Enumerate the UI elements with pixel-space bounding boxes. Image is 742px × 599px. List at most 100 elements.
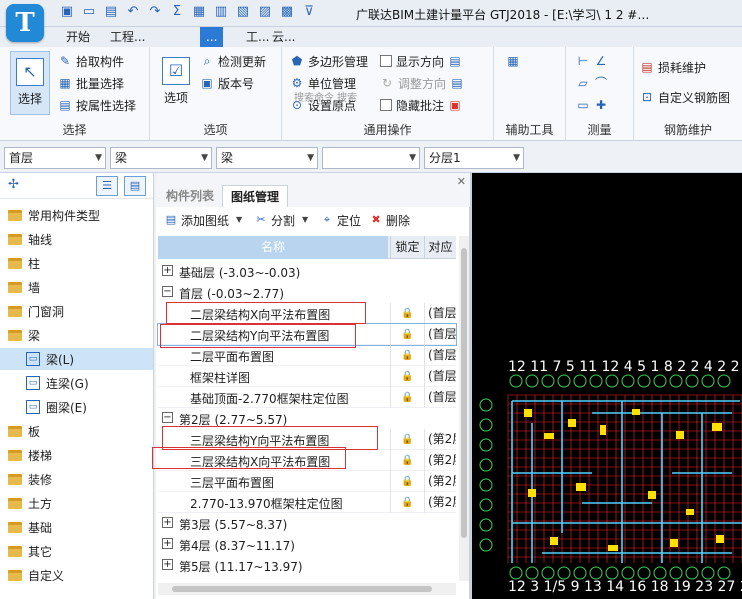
drawing-row[interactable]: 基础顶面-2.770框架柱定位图 🔒 (首层 <box>158 387 456 408</box>
subtype-select[interactable]: 梁 ▼ <box>216 147 318 169</box>
drawing-row[interactable]: 二层平面布置图 🔒 (首层 <box>158 345 456 366</box>
loss-maintain-button[interactable]: ▤ 损耗维护 <box>640 57 706 77</box>
lock-icon[interactable]: 🔒 <box>390 345 424 366</box>
tree-item[interactable]: 板 <box>0 420 153 442</box>
sum-icon[interactable]: Σ <box>168 3 186 21</box>
list-view-icon[interactable]: ☰ <box>96 176 118 196</box>
column-header-name[interactable]: 名称 <box>158 236 388 259</box>
floor-mapping-cell[interactable]: (第2层 <box>424 429 456 450</box>
adjust-direction-button[interactable]: ↻ 调整方向 ▤ <box>380 73 464 93</box>
floor-group-row[interactable]: + 第3层 (5.57~8.37) <box>158 513 456 534</box>
locate-button[interactable]: ⌖ 定位 <box>320 212 361 229</box>
detail-view-icon[interactable]: ▤ <box>124 176 146 196</box>
drawing-row[interactable]: 二层梁结构Y向平法布置图 🔒 (首层 <box>157 323 457 346</box>
drawing-row[interactable]: 三层梁结构Y向平法布置图 🔒(第2层 <box>158 429 456 450</box>
floor-mapping-cell[interactable]: (首层 <box>424 366 456 387</box>
expand-toggle-icon[interactable]: + <box>162 538 173 549</box>
check-update-button[interactable]: ⌕ 检测更新 <box>200 51 266 71</box>
batch-select-button[interactable]: ▦ 批量选择 <box>58 73 124 93</box>
lock-icon[interactable]: 🔒 <box>390 387 424 408</box>
measure-area-button[interactable]: ▱ ⌒ <box>576 73 608 93</box>
lock-icon[interactable]: 🔒 <box>390 366 424 387</box>
floor-mapping-cell[interactable]: (首层 <box>424 324 456 345</box>
measure-text-button[interactable]: ▭ ✚ <box>576 95 608 115</box>
undo-icon[interactable]: ↶ <box>124 3 142 21</box>
new-file-icon[interactable]: ▭ <box>80 3 98 21</box>
expand-all-icon[interactable]: ✢ <box>8 177 19 192</box>
expand-toggle-icon[interactable]: + <box>162 517 173 528</box>
open-file-icon[interactable]: ▤ <box>102 3 120 21</box>
floor-mapping-cell[interactable]: (首层 <box>424 303 456 324</box>
tree-item[interactable]: 柱 <box>0 252 153 274</box>
lock-icon[interactable]: 🔒 <box>390 471 424 492</box>
pick-component-button[interactable]: ✎ 拾取构件 <box>58 51 124 71</box>
lock-icon[interactable]: 🔒 <box>390 324 424 345</box>
floor-mapping-cell[interactable]: (第2层 <box>424 471 456 492</box>
close-icon[interactable]: ✕ <box>457 175 466 188</box>
version-button[interactable]: ▣ 版本号 <box>200 73 254 93</box>
checkbox[interactable] <box>380 99 392 111</box>
floor-group-row[interactable]: + 第4层 (8.37~11.17) <box>158 534 456 555</box>
select-button[interactable]: ↖ 选择 <box>10 51 50 115</box>
tree-item[interactable]: 常用构件类型 <box>0 204 153 226</box>
split-button[interactable]: ✂ 分割 ▼ <box>254 212 312 229</box>
custom-rebar-button[interactable]: ⊡ 自定义钢筋图 <box>640 87 730 107</box>
show-direction-checkbox[interactable]: 显示方向 ▤ <box>380 51 462 71</box>
tab-cloud[interactable]: 云... <box>266 27 301 47</box>
set-origin-button[interactable]: ⊙ 设置原点 <box>290 95 356 115</box>
tab-project[interactable]: 工程... <box>104 27 151 47</box>
polygon-manage-button[interactable]: ⬟ 多边形管理 <box>290 51 368 71</box>
redo-icon[interactable]: ↷ <box>146 3 164 21</box>
tab-start[interactable]: 开始 <box>60 27 96 47</box>
calc-icon[interactable]: ▩ <box>278 3 296 21</box>
drawing-row[interactable]: 2.770-13.970框架柱定位图 🔒(第2层 <box>158 492 456 513</box>
tree-item[interactable]: 自定义 <box>0 564 153 586</box>
tab-active[interactable]: ... <box>200 27 224 47</box>
floor-group-row[interactable]: − 第2层 (2.77~5.57) <box>158 408 456 429</box>
tab-component-list[interactable]: 构件列表 <box>158 185 222 207</box>
tree-item[interactable]: 楼梯 <box>0 444 153 466</box>
dropdown-icon[interactable]: ⊽ <box>300 3 318 21</box>
settings-icon[interactable]: ▨ <box>256 3 274 21</box>
floor-group-row[interactable]: + 第5层 (11.17~13.97) <box>158 555 456 576</box>
floor-mapping-cell[interactable]: (第2层 <box>424 450 456 471</box>
save-icon[interactable]: ▣ <box>58 3 76 21</box>
drawing-row[interactable]: 二层梁结构X向平法布置图 🔒 (首层 <box>158 303 456 324</box>
scrollbar-thumb[interactable] <box>461 248 467 538</box>
tree-item[interactable]: 土方 <box>0 492 153 514</box>
horizontal-scrollbar[interactable] <box>158 583 456 595</box>
tree-item[interactable]: ▭ 圈梁(E) <box>0 396 153 418</box>
measure-distance-button[interactable]: ⊢ ∠ <box>576 51 608 71</box>
tab-drawing-manager[interactable]: 图纸管理 <box>222 185 289 207</box>
tree-item[interactable]: ▭ 梁(L) <box>0 348 153 370</box>
report-icon[interactable]: ▧ <box>234 3 252 21</box>
type-select[interactable]: 梁 ▼ <box>110 147 212 169</box>
app-logo[interactable]: T <box>6 4 44 42</box>
delete-button[interactable]: ✖ 删除 <box>369 212 410 229</box>
floor-select[interactable]: 首层 ▼ <box>4 147 106 169</box>
floor-mapping-cell[interactable]: (首层 <box>424 387 456 408</box>
hide-annotation-checkbox[interactable]: 隐藏批注 ▣ <box>380 95 462 115</box>
component-select[interactable]: ▼ <box>322 147 420 169</box>
drawing-row[interactable]: 三层平面布置图 🔒(第2层 <box>158 471 456 492</box>
tree-item[interactable]: 梁 <box>0 324 153 346</box>
drawing-row[interactable]: 三层梁结构X向平法布置图 🔒(第2层 <box>158 450 456 471</box>
lock-icon[interactable]: 🔒 <box>390 303 424 324</box>
scrollbar-thumb[interactable] <box>172 586 432 592</box>
layer-select[interactable]: 分层1 ▼ <box>424 147 524 169</box>
tree-item[interactable]: 其它 <box>0 540 153 562</box>
add-drawing-button[interactable]: ▤ 添加图纸 ▼ <box>164 212 246 229</box>
column-header-lock[interactable]: 锁定 <box>390 236 424 259</box>
tree-item[interactable]: 装修 <box>0 468 153 490</box>
unit-manage-button[interactable]: ⚙ 单位管理 <box>290 73 356 93</box>
tree-item[interactable]: 轴线 <box>0 228 153 250</box>
tree-item[interactable]: 基础 <box>0 516 153 538</box>
vertical-scrollbar[interactable] <box>459 236 469 581</box>
column-header-map[interactable]: 对应 <box>424 236 456 259</box>
select-by-attribute-button[interactable]: ▤ 按属性选择 <box>58 95 136 115</box>
lock-icon[interactable]: 🔒 <box>390 429 424 450</box>
drawing-canvas[interactable]: 12 11 7 5 11 12 4 5 1 8 2 2 4 2 2 4 2 3 … <box>472 173 742 599</box>
floor-mapping-cell[interactable]: (第2层 <box>424 492 456 513</box>
grid-icon[interactable]: ▦ <box>190 3 208 21</box>
calculator-button[interactable]: ▦ <box>506 51 520 71</box>
